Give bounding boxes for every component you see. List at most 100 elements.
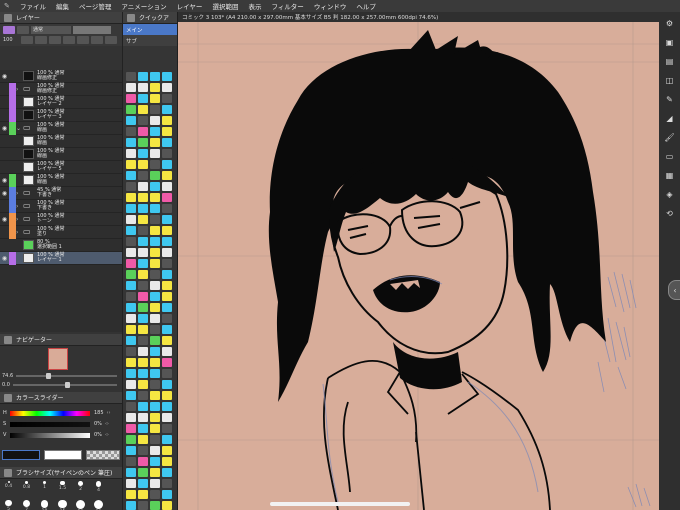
tool-icon[interactable] xyxy=(150,259,160,268)
tool-icon[interactable] xyxy=(162,424,172,433)
saturation-stepper-icon[interactable]: ‹› xyxy=(105,421,109,427)
menu-filter[interactable]: フィルター xyxy=(271,1,303,11)
tool-icon[interactable] xyxy=(126,358,136,367)
tool-icon[interactable] xyxy=(126,94,136,103)
tool-icon[interactable] xyxy=(126,325,136,334)
folder-toggle-icon[interactable]: › xyxy=(16,216,23,223)
lock-transparency-icon[interactable] xyxy=(63,36,75,44)
tool-icon[interactable] xyxy=(126,292,136,301)
tool-icon[interactable] xyxy=(162,358,172,367)
tool-icon[interactable] xyxy=(150,237,160,246)
tool-icon[interactable] xyxy=(150,479,160,488)
tool-icon[interactable] xyxy=(126,435,136,444)
brush-size-preset[interactable]: 7 xyxy=(21,500,32,510)
layer-row[interactable]: 80 % 選択範囲 1 xyxy=(0,239,122,252)
tool-icon[interactable] xyxy=(126,479,136,488)
tool-icon[interactable] xyxy=(150,171,160,180)
tool-icon[interactable] xyxy=(138,457,148,466)
tool-icon[interactable] xyxy=(138,369,148,378)
tool-icon[interactable] xyxy=(138,182,148,191)
brush-size-preset[interactable]: 1.5 xyxy=(57,481,68,496)
tool-icon[interactable] xyxy=(138,270,148,279)
tool-icon[interactable] xyxy=(138,314,148,323)
menu-layer[interactable]: レイヤー xyxy=(177,1,203,11)
layer-row[interactable]: ◉ › ▭ 100 % 通常 トーン xyxy=(0,212,122,226)
ruler-icon[interactable] xyxy=(91,36,103,44)
drawing-canvas[interactable] xyxy=(178,22,659,510)
fill-icon[interactable]: ◢ xyxy=(663,112,676,125)
folder-toggle-icon[interactable]: › xyxy=(16,86,23,93)
tool-icon[interactable] xyxy=(162,402,172,411)
visibility-eye-icon[interactable]: ◉ xyxy=(0,70,9,83)
tool-icon[interactable] xyxy=(150,281,160,290)
tool-icon[interactable] xyxy=(126,424,136,433)
tool-icon[interactable] xyxy=(162,446,172,455)
tool-icon[interactable] xyxy=(138,413,148,422)
tool-icon[interactable] xyxy=(126,446,136,455)
tool-icon[interactable] xyxy=(126,226,136,235)
visibility-eye-icon[interactable] xyxy=(0,226,9,239)
zoom-slider[interactable] xyxy=(16,372,117,379)
tool-icon[interactable] xyxy=(162,336,172,345)
tool-icon[interactable] xyxy=(138,149,148,158)
tool-icon[interactable] xyxy=(138,446,148,455)
tool-icon[interactable] xyxy=(150,457,160,466)
tool-icon[interactable] xyxy=(150,270,160,279)
tool-icon[interactable] xyxy=(126,204,136,213)
sub-color-swatch[interactable] xyxy=(44,450,82,460)
saturation-slider[interactable] xyxy=(10,421,90,427)
tool-icon[interactable] xyxy=(126,149,136,158)
layer-row[interactable]: › ▭ 100 % 通常 塗り xyxy=(0,225,122,239)
tool-icon[interactable] xyxy=(162,281,172,290)
tool-icon[interactable] xyxy=(150,468,160,477)
menu-help[interactable]: ヘルプ xyxy=(356,1,376,11)
tool-icon[interactable] xyxy=(138,127,148,136)
tool-icon[interactable] xyxy=(138,336,148,345)
tool-icon[interactable] xyxy=(162,468,172,477)
tool-icon[interactable] xyxy=(126,237,136,246)
tool-icon[interactable] xyxy=(150,303,160,312)
tool-icon[interactable] xyxy=(138,193,148,202)
tool-icon[interactable] xyxy=(162,127,172,136)
tool-icon[interactable] xyxy=(126,138,136,147)
menu-view[interactable]: 表示 xyxy=(248,1,261,11)
tool-icon[interactable] xyxy=(162,259,172,268)
tool-icon[interactable] xyxy=(126,182,136,191)
tool-icon[interactable] xyxy=(126,193,136,202)
main-color-swatch[interactable] xyxy=(2,450,40,460)
tool-icon[interactable] xyxy=(138,215,148,224)
layer-property-icon[interactable]: ▣ xyxy=(663,36,676,49)
tool-icon[interactable] xyxy=(126,336,136,345)
layers-stack-icon[interactable]: ◈ xyxy=(663,188,676,201)
layer-row[interactable]: 100 % 通常 線画 xyxy=(0,148,122,161)
tool-icon[interactable] xyxy=(162,182,172,191)
folder-toggle-icon[interactable]: › xyxy=(16,190,23,197)
tool-icon[interactable] xyxy=(150,446,160,455)
mask-icon[interactable] xyxy=(77,36,89,44)
tool-icon[interactable] xyxy=(138,479,148,488)
tool-icon[interactable] xyxy=(162,303,172,312)
tool-icon[interactable] xyxy=(126,259,136,268)
tool-icon[interactable] xyxy=(162,314,172,323)
tool-icon[interactable] xyxy=(126,391,136,400)
visibility-eye-icon[interactable] xyxy=(0,148,9,161)
tool-icon[interactable] xyxy=(138,83,148,92)
tool-icon[interactable] xyxy=(150,413,160,422)
layer-panel-tab[interactable]: レイヤー xyxy=(0,12,122,24)
brush-size-preset[interactable]: 20 xyxy=(75,500,86,510)
navigator-tab[interactable]: ナビゲーター xyxy=(0,334,122,346)
tool-icon[interactable] xyxy=(150,226,160,235)
tool-icon[interactable] xyxy=(162,116,172,125)
opacity-slider[interactable] xyxy=(73,26,111,34)
trash-icon[interactable] xyxy=(105,36,117,44)
tool-icon[interactable] xyxy=(162,149,172,158)
tool-icon[interactable] xyxy=(126,270,136,279)
tool-icon[interactable] xyxy=(138,391,148,400)
tool-icon[interactable] xyxy=(162,83,172,92)
tool-icon[interactable] xyxy=(150,182,160,191)
tool-icon[interactable] xyxy=(138,490,148,499)
hue-slider[interactable] xyxy=(10,410,90,416)
layer-row[interactable]: ◉ 100 % 通常 線画 xyxy=(0,173,122,187)
tool-icon[interactable] xyxy=(126,281,136,290)
tool-icon[interactable] xyxy=(138,325,148,334)
